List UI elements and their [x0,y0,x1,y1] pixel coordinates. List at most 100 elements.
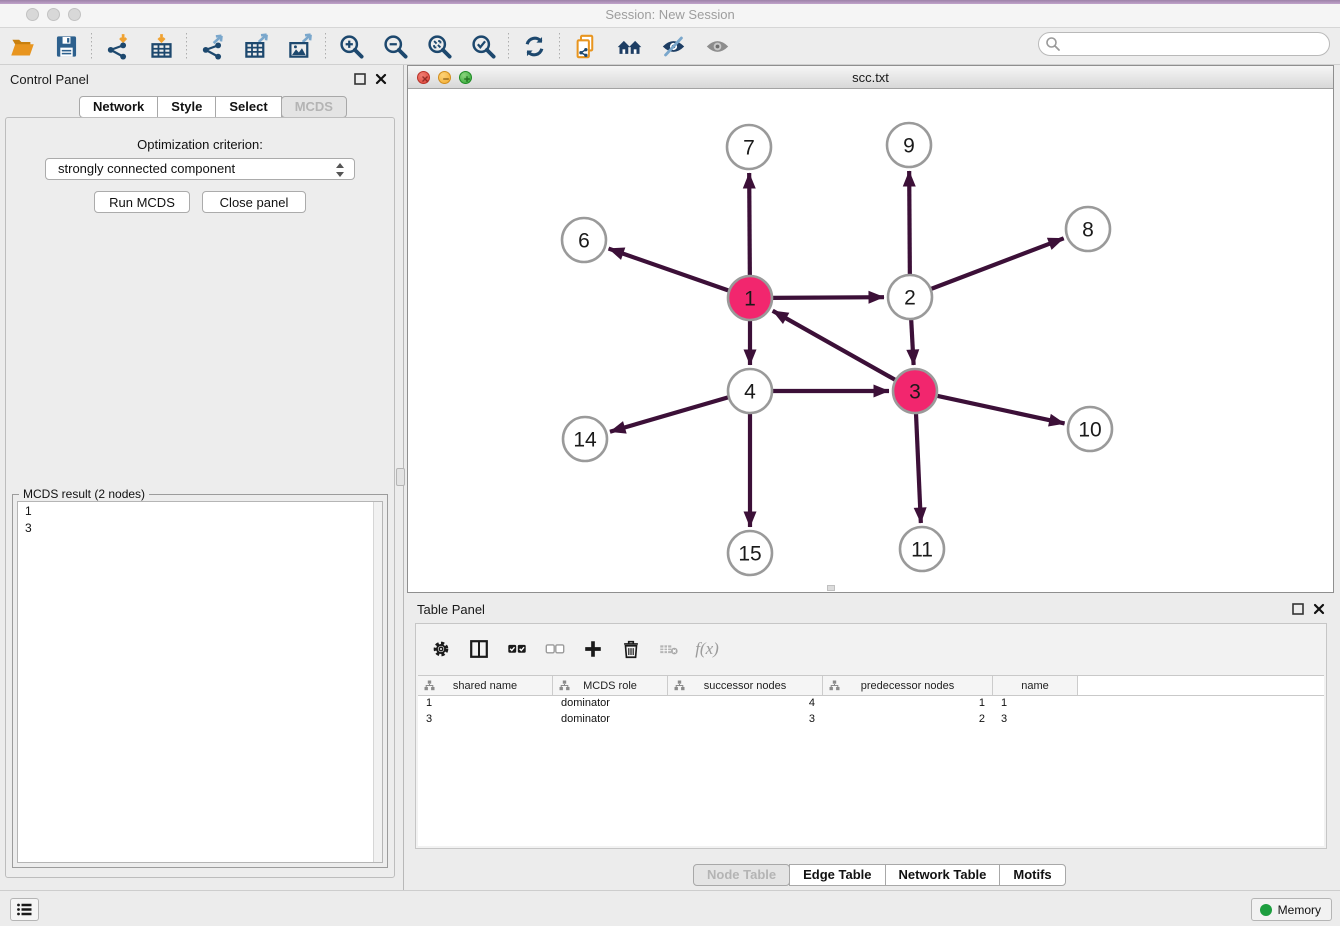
function-builder-button[interactable]: f(x) [688,631,726,667]
hide-selected-button[interactable] [651,29,695,63]
graph-node-label: 4 [744,381,756,404]
houses-icon [616,33,643,60]
column-header-mcds-role[interactable]: MCDS role [553,676,668,695]
tree-icon [674,680,685,691]
graph-edge-3-1[interactable] [773,311,896,380]
refresh-icon [521,33,548,60]
mcds-result-title: MCDS result (2 nodes) [19,487,149,501]
task-history-button[interactable] [10,898,39,921]
mcds-result-list[interactable]: 1 3 [17,501,383,863]
tab-node-table[interactable]: Node Table [693,864,790,886]
tab-select[interactable]: Select [215,96,281,118]
graph-edge-3-10[interactable] [936,396,1064,424]
deselect-all-rows-button[interactable] [536,631,574,667]
graph-edge-2-8[interactable] [931,238,1064,289]
table-panel: Table Panel [407,595,1340,890]
tab-mcds[interactable]: MCDS [281,96,347,118]
column-label: successor nodes [704,680,787,692]
toolbar-separator [508,33,509,60]
cell-mcds-role: dominator [553,712,668,728]
memory-status-button[interactable]: Memory [1251,898,1332,921]
import-table-button[interactable] [139,29,183,63]
delete-table-button[interactable] [650,631,688,667]
import-network-button[interactable] [95,29,139,63]
fx-icon: f(x) [695,639,719,659]
graph-edge-2-9[interactable] [909,171,910,275]
view-resize-handle[interactable] [827,585,835,591]
eye-icon [704,33,731,60]
search-input[interactable] [1038,32,1330,56]
zoom-fit-button[interactable] [417,29,461,63]
first-neighbors-button[interactable] [607,29,651,63]
table-row[interactable]: 1 dominator 4 1 1 [418,696,1324,712]
select-all-rows-button[interactable] [498,631,536,667]
column-header-name[interactable]: name [993,676,1078,695]
graph-node-label: 14 [573,429,597,452]
network-canvas[interactable]: 7968124314101511 [408,89,1333,592]
tab-network[interactable]: Network [79,96,158,118]
column-header-predecessor-nodes[interactable]: predecessor nodes [823,676,993,695]
graph-edge-1-6[interactable] [609,249,730,291]
optimization-criterion-label: Optimization criterion: [0,137,400,152]
splitter-handle[interactable] [396,468,405,486]
cell-mcds-role: dominator [553,696,668,712]
save-session-button[interactable] [44,29,88,63]
optimization-criterion-select[interactable]: strongly connected component [45,158,355,180]
column-header-successor-nodes[interactable]: successor nodes [668,676,823,695]
cell-predecessor-nodes: 1 [823,696,993,712]
zoom-in-button[interactable] [329,29,373,63]
clone-network-icon [572,33,599,60]
node-table: shared name MCDS role [418,675,1324,846]
refresh-layout-button[interactable] [512,29,556,63]
network-window-titlebar: scc.txt [408,66,1333,89]
graph-edge-1-2[interactable] [772,297,884,298]
network-view-title: scc.txt [408,70,1333,85]
window-titlebar: Session: New Session [0,0,1340,28]
application-window: Session: New Session [0,0,1340,926]
control-panel-controls [353,73,388,87]
tab-edge-table[interactable]: Edge Table [789,864,885,886]
float-panel-button[interactable] [353,73,367,87]
graph-edge-4-14[interactable] [610,397,729,432]
result-scrollbar[interactable] [373,502,382,862]
close-table-panel-button[interactable] [1312,603,1326,617]
table-row[interactable]: 3 dominator 3 2 3 [418,712,1324,728]
cell-shared-name: 1 [418,696,553,712]
close-panel-button[interactable] [374,73,388,87]
graph-edge-3-11[interactable] [916,413,921,523]
column-header-shared-name[interactable]: shared name [418,676,553,695]
close-icon [375,73,387,85]
graph-node-label: 1 [744,288,756,311]
export-image-button[interactable] [278,29,322,63]
search-container [1038,32,1330,56]
graph-edge-2-3[interactable] [911,319,913,365]
graph-edge-1-7[interactable] [749,173,750,276]
open-session-button[interactable] [0,29,44,63]
export-table-button[interactable] [234,29,278,63]
clone-network-button[interactable] [563,29,607,63]
delete-column-button[interactable] [612,631,650,667]
export-network-button[interactable] [190,29,234,63]
zoom-out-button[interactable] [373,29,417,63]
memory-status-icon [1260,904,1272,916]
add-column-button[interactable] [574,631,612,667]
zoom-selected-button[interactable] [461,29,505,63]
close-panel-action-button[interactable]: Close panel [202,191,306,213]
float-icon [354,73,366,85]
float-table-panel-button[interactable] [1291,603,1305,617]
tab-network-table[interactable]: Network Table [885,864,1001,886]
toggle-columns-button[interactable] [460,631,498,667]
table-settings-button[interactable] [422,631,460,667]
control-panel-title: Control Panel [10,72,89,87]
run-mcds-button[interactable]: Run MCDS [94,191,190,213]
show-all-button[interactable] [695,29,739,63]
table-tabs: Node Table Edge Table Network Table Moti… [693,864,1066,886]
cell-name: 1 [993,696,1078,712]
tab-motifs[interactable]: Motifs [999,864,1065,886]
graph-node-label: 10 [1078,419,1101,442]
graph-node-label: 15 [738,543,761,566]
tab-style[interactable]: Style [157,96,216,118]
search-icon [1045,36,1061,52]
cell-shared-name: 3 [418,712,553,728]
table-panel-title: Table Panel [417,602,485,617]
